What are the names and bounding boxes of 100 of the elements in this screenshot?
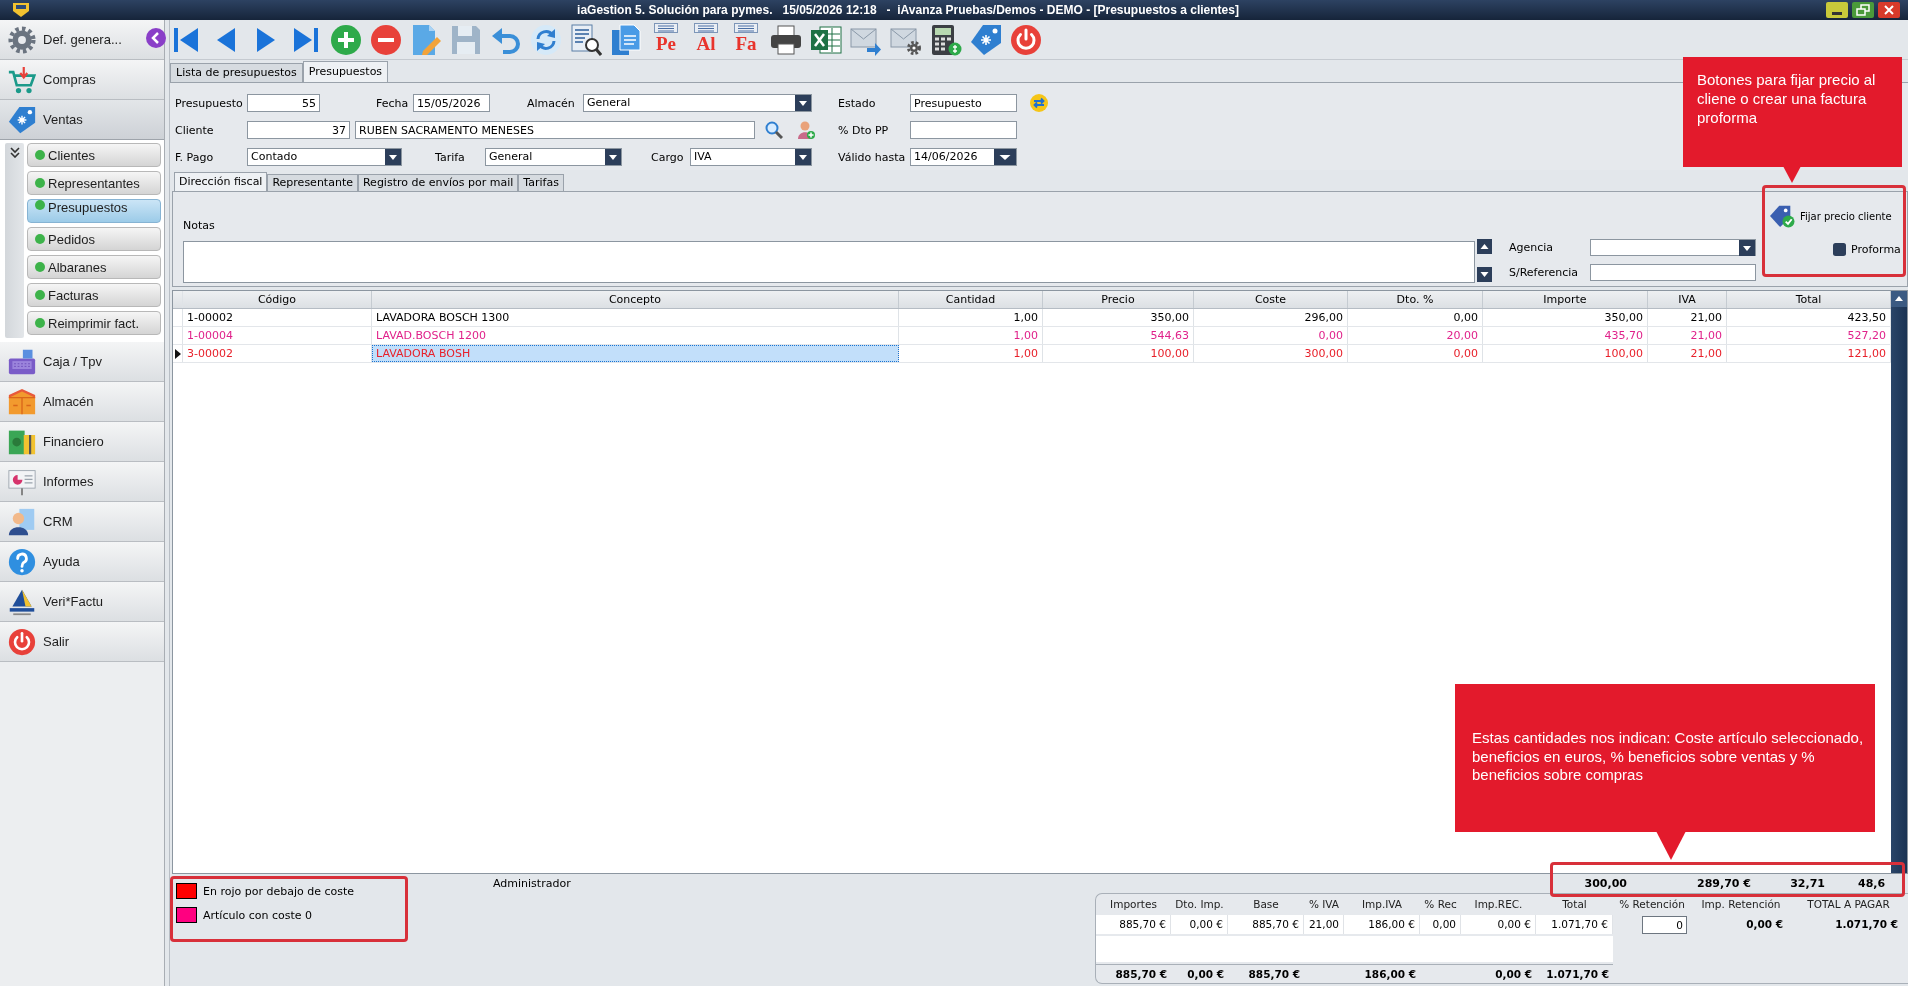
tab[interactable]: Tarifas (518, 174, 564, 191)
tab[interactable]: Presupuestos (302, 61, 389, 82)
table-row[interactable]: 3-00002 LAVADORA BOSH 1,00 100,00 300,00 0,00 100,00 21,00 121,00 (173, 345, 1891, 363)
tab[interactable]: Representante (267, 174, 358, 191)
power-icon (8, 627, 36, 656)
table-row[interactable]: 1-00002 LAVADORA BOSCH 1300 1,00 350,00 296,00 0,00 350,00 21,00 423,50 (173, 309, 1891, 327)
shopping-cart-icon (8, 65, 36, 94)
sidebar-item[interactable]: CRM (0, 502, 164, 542)
input-field[interactable] (910, 121, 1017, 139)
callout-text: Botones para fijar precio al cliene o crear una factura proforma (1697, 70, 1877, 127)
submenu-item[interactable]: Presupuestos (27, 199, 161, 223)
collapse-chevron-icon[interactable] (146, 28, 166, 48)
documents-icon[interactable] (610, 23, 642, 56)
submenu-item[interactable]: Albaranes (27, 255, 161, 279)
submenu-item[interactable]: Reimprimir fact. (27, 311, 161, 335)
input-field[interactable] (1590, 264, 1756, 281)
input-field[interactable]: Presupuesto (910, 94, 1017, 112)
minimize-icon[interactable] (1826, 2, 1848, 18)
table-cell: LAVAD.BOSCH 1200 (372, 327, 899, 344)
sidebar-item[interactable]: Caja / Tpv (0, 342, 164, 382)
sidebar-item[interactable]: Def. genera... (0, 20, 164, 60)
sidebar-item[interactable]: Veri*Factu (0, 582, 164, 622)
sidebar-item[interactable]: Ventas (0, 100, 164, 140)
table-cell: 296,00 (1194, 309, 1348, 326)
table-cell: LAVADORA BOSH (372, 345, 899, 362)
dropdown-field[interactable] (1590, 239, 1756, 256)
scroll-down-icon[interactable] (1477, 267, 1492, 282)
search-icon[interactable] (765, 121, 783, 139)
table-cell: 885,70 € (1228, 915, 1304, 934)
input-field[interactable]: 0 (1642, 915, 1687, 934)
table-cell: 435,70 (1483, 327, 1648, 344)
column-header: % IVA (1307, 897, 1341, 912)
spreadsheet-icon[interactable] (810, 23, 842, 56)
column-header: Importes (1109, 897, 1158, 912)
dropdown-field[interactable]: Contado (247, 148, 402, 166)
field-label: Válido hasta (838, 150, 906, 164)
vertical-scrollbar[interactable] (1891, 291, 1907, 873)
printer-icon[interactable] (770, 23, 802, 56)
sidebar-item[interactable]: Compras (0, 60, 164, 100)
dropdown-caret-icon[interactable] (795, 149, 811, 165)
table-cell: 350,00 (1043, 309, 1194, 326)
tab[interactable]: Dirección fiscal (174, 172, 268, 191)
price-tag-icon[interactable] (970, 23, 1002, 56)
dropdown-caret-icon[interactable] (385, 149, 401, 165)
submenu-item[interactable]: Pedidos (27, 227, 161, 251)
swap-icon[interactable] (1030, 94, 1048, 112)
sidebar-item[interactable]: Informes (0, 462, 164, 502)
sidebar-item[interactable]: Salir (0, 622, 164, 662)
dropdown-field[interactable]: General (583, 94, 812, 112)
table-cell: 21,00 (1304, 915, 1344, 934)
document-lines-icon (694, 22, 718, 33)
submenu-item[interactable]: Facturas (27, 283, 161, 307)
sidebar-item[interactable]: Ayuda (0, 542, 164, 582)
refresh-icon[interactable] (530, 23, 562, 56)
field-label: Presupuesto (175, 96, 243, 110)
callout-text: Estas cantidades nos indican: Coste artículo seleccionado, beneficios en euros, % beneficios sobre ventas y % beneficios sobre compras (1472, 729, 1865, 785)
dropdown-caret-icon[interactable] (605, 149, 621, 165)
tab[interactable]: Lista de presupuestos (170, 63, 303, 82)
dropdown-field[interactable]: 14/06/2026 (910, 148, 1017, 166)
table-cell: 0,00 (1348, 309, 1483, 326)
scroll-up-icon[interactable] (1891, 291, 1907, 307)
submenu-item[interactable]: Clientes (27, 143, 161, 167)
field-label: Notas (183, 219, 215, 233)
field-label: Fecha (376, 96, 409, 110)
checkbox[interactable] (1833, 243, 1846, 256)
document-search-icon[interactable] (570, 23, 602, 56)
power-icon[interactable] (1010, 23, 1042, 56)
sidebar-item[interactable]: Financiero (0, 422, 164, 462)
scroll-up-icon[interactable] (1477, 239, 1492, 254)
input-field[interactable]: RUBEN SACRAMENTO MENESES (355, 121, 755, 139)
dropdown-field[interactable]: General (485, 148, 622, 166)
fix-price-button[interactable]: Fijar precio cliente (1769, 203, 1892, 229)
window-title: iaGestion 5. Solución para pymes. 15/05/2026 12:18 - iAvanza Pruebas/Demos - DEMO - [Presupuestos a clientes] (576, 3, 1240, 17)
dropdown-caret-icon[interactable] (1739, 240, 1755, 256)
close-icon[interactable] (1878, 2, 1900, 18)
stat-value: 289,70 € (1696, 877, 1751, 890)
field-label: Estado (838, 96, 876, 110)
input-field[interactable]: 37 (247, 121, 350, 139)
calculator-icon[interactable] (930, 23, 962, 56)
dropdown-caret-icon[interactable] (994, 149, 1016, 165)
restore-icon[interactable] (1852, 2, 1874, 18)
stat-value: 32,71 (1789, 877, 1825, 890)
tab[interactable]: Registro de envíos por mail (357, 174, 519, 191)
add-person-icon[interactable] (797, 121, 815, 139)
status-dot-icon (35, 178, 45, 188)
gear-icon (8, 25, 36, 54)
total-value: 885,70 € (1114, 967, 1168, 982)
sidebar-item[interactable]: Almacén (0, 382, 164, 422)
dropdown-caret-icon[interactable] (795, 95, 811, 111)
retention-amount: 0,00 € (1745, 917, 1784, 932)
dropdown-field[interactable]: IVA (690, 148, 812, 166)
column-header: Base (1252, 897, 1280, 912)
remove-icon[interactable] (370, 23, 402, 56)
submenu-item[interactable]: Representantes (27, 171, 161, 195)
input-field[interactable]: 55 (247, 94, 320, 112)
input-field[interactable]: 15/05/2026 (413, 94, 490, 112)
table-cell: LAVADORA BOSCH 1300 (372, 309, 899, 326)
notes-field[interactable] (183, 241, 1475, 283)
add-icon[interactable] (330, 23, 362, 56)
status-dot-icon (35, 200, 45, 210)
